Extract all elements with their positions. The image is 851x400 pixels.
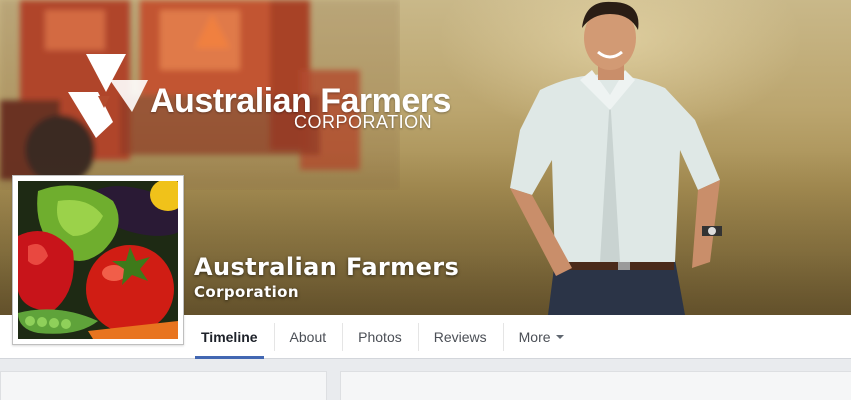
page-tabs: Timeline About Photos Reviews More <box>185 315 580 359</box>
tab-more[interactable]: More <box>502 315 580 359</box>
right-column <box>340 371 851 400</box>
logo-subtext: CORPORATION <box>294 112 433 132</box>
tab-label: Photos <box>358 329 402 345</box>
caret-down-icon <box>555 335 564 339</box>
afc-logo-mark-icon <box>68 54 148 138</box>
cover-logo: Australian Farmers CORPORATION <box>68 52 451 142</box>
farmer-photo <box>510 1 722 315</box>
tab-reviews[interactable]: Reviews <box>417 315 503 359</box>
tab-label: About <box>289 329 327 345</box>
tab-about[interactable]: About <box>273 315 343 359</box>
tab-timeline[interactable]: Timeline <box>185 315 274 359</box>
tab-label: Reviews <box>433 329 487 345</box>
page-category: Corporation <box>194 283 299 301</box>
vegetables-image <box>18 181 178 339</box>
page-name[interactable]: Australian Farmers <box>194 253 459 281</box>
left-column <box>0 371 327 400</box>
profile-picture[interactable] <box>12 175 184 345</box>
tab-photos[interactable]: Photos <box>342 315 418 359</box>
tab-label: Timeline <box>201 329 258 345</box>
tab-label: More <box>518 329 551 345</box>
